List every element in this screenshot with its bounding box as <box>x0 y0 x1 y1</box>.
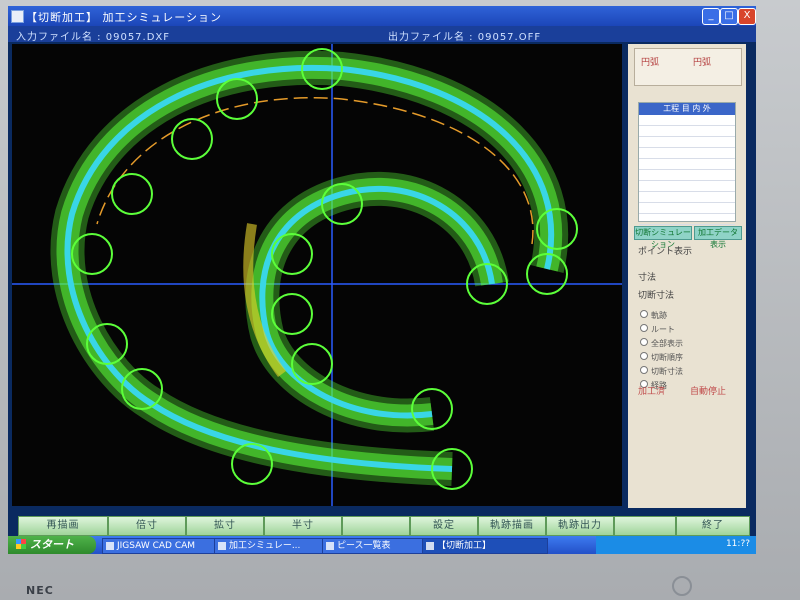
process-table-header: 工程 目 内 外 <box>639 103 735 115</box>
arc-option-2[interactable]: 円弧 <box>693 55 711 68</box>
settings-button[interactable]: 設定 <box>410 516 478 536</box>
close-button[interactable]: X <box>738 8 756 25</box>
radio-show-all[interactable]: 全部表示 <box>640 338 683 349</box>
check-auto-stop[interactable]: 自動停止 <box>690 384 726 397</box>
maximize-button[interactable]: □ <box>720 8 738 25</box>
output-file-label: 出力ファイル名 : 09057.OFF <box>388 32 542 43</box>
window-title: 【切断加工】 加工シミュレーション <box>26 11 223 24</box>
simulation-canvas[interactable] <box>12 44 622 506</box>
power-button-icon[interactable] <box>672 576 692 596</box>
control-panel: 円弧 円弧 工程 目 内 外 切断シミュレーション 加工データ表示 ポイント表示… <box>628 44 746 508</box>
file-info-bar: 入力ファイル名 : 09057.DXF 出力ファイル名 : 09057.OFF <box>8 26 756 43</box>
draw-trace-button[interactable]: 軌跡描画 <box>478 516 546 536</box>
exit-button[interactable]: 終了 <box>676 516 750 536</box>
cut-simulation-button[interactable]: 切断シミュレーション <box>634 226 692 249</box>
app-icon <box>11 10 24 23</box>
radio-cut-order[interactable]: 切断順序 <box>640 352 683 363</box>
radio-trace[interactable]: 軌跡 <box>640 310 667 321</box>
clock: 11:?? <box>725 539 750 549</box>
enlarge-button[interactable]: 拡寸 <box>186 516 264 536</box>
blank-button-2[interactable] <box>614 516 676 536</box>
windows-flag-icon <box>16 539 26 549</box>
show-data-button[interactable]: 加工データ表示 <box>694 226 742 249</box>
radio-route[interactable]: ルート <box>640 324 675 335</box>
app-window: 【切断加工】 加工シミュレーション _ □ X 入力ファイル名 : 09057.… <box>8 6 756 554</box>
title-bar: 【切断加工】 加工シミュレーション _ □ X <box>8 6 756 26</box>
process-table[interactable]: 工程 目 内 外 <box>638 102 736 225</box>
info-row-2: 寸法 <box>638 273 657 283</box>
task-cut-process[interactable]: 【切断加工】 <box>422 538 548 554</box>
blank-button-1[interactable] <box>342 516 410 536</box>
bottom-toolbar: 再描画 倍寸 拡寸 半寸 設定 軌跡描画 軌跡出力 終了 <box>12 516 752 536</box>
info-row-1: ポイント表示 <box>638 247 693 257</box>
start-button[interactable]: スタート <box>8 536 96 554</box>
redraw-button[interactable]: 再描画 <box>18 516 108 536</box>
task-jigsaw-cad-cam[interactable]: JIGSAW CAD CAM <box>102 538 226 554</box>
minimize-button[interactable]: _ <box>702 8 720 25</box>
input-file-label: 入力ファイル名 : 09057.DXF <box>16 32 171 43</box>
info-row-3: 切断寸法 <box>638 291 675 301</box>
inner-toolpath <box>243 171 509 433</box>
output-trace-button[interactable]: 軌跡出力 <box>546 516 614 536</box>
radio-cut-size[interactable]: 切断寸法 <box>640 366 683 377</box>
task-piece-list[interactable]: ピース一覧表 <box>322 538 434 554</box>
taskbar: スタート JIGSAW CAD CAM 加工シミュレー... ピース一覧表 【切… <box>8 536 756 554</box>
toolpath-drawing <box>12 44 622 506</box>
arc-options-box: 円弧 円弧 <box>634 48 742 86</box>
half-size-button[interactable]: 半寸 <box>264 516 342 536</box>
double-size-button[interactable]: 倍寸 <box>108 516 186 536</box>
check-done[interactable]: 加工済 <box>638 384 665 397</box>
system-tray: 11:?? <box>596 536 756 554</box>
task-simulation[interactable]: 加工シミュレー... <box>214 538 334 554</box>
arc-option-1[interactable]: 円弧 <box>641 55 659 68</box>
monitor-brand-logo: NEC <box>26 584 54 597</box>
